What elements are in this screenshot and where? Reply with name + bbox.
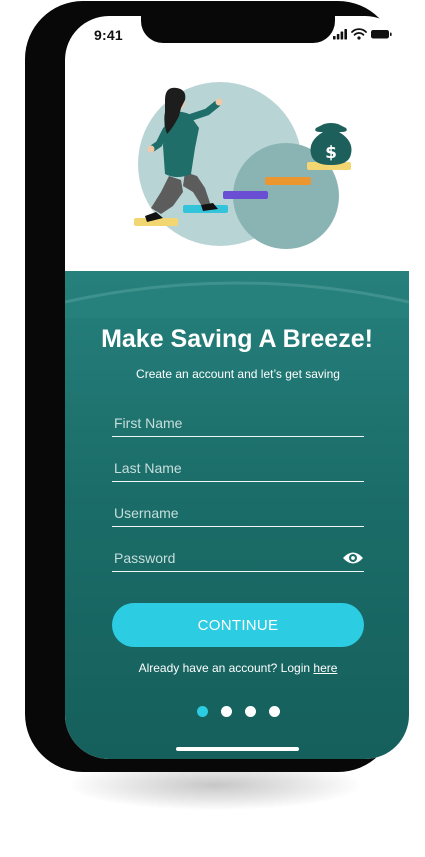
first-name-input[interactable] bbox=[114, 412, 334, 434]
panel-wave bbox=[65, 281, 409, 318]
status-time: 9:41 bbox=[94, 27, 123, 43]
login-prompt: Already have an account? Login here bbox=[65, 661, 409, 675]
step-orange bbox=[265, 177, 311, 185]
username-input[interactable] bbox=[114, 502, 334, 524]
step-purple bbox=[223, 191, 268, 199]
notch bbox=[141, 16, 335, 43]
page-dot[interactable] bbox=[245, 706, 256, 717]
login-link[interactable]: here bbox=[313, 661, 337, 675]
page-dot[interactable] bbox=[269, 706, 280, 717]
login-prompt-text: Already have an account? Login bbox=[138, 661, 311, 675]
page-dot[interactable] bbox=[197, 706, 208, 717]
last-name-field bbox=[112, 457, 364, 482]
password-field bbox=[112, 547, 364, 572]
page-title: Make Saving A Breeze! bbox=[101, 325, 373, 353]
svg-text:$: $ bbox=[325, 143, 337, 163]
phone-screen: 9:41 $ Make Saving A Breeze! Create an a… bbox=[65, 16, 409, 759]
page-indicator bbox=[197, 706, 280, 718]
username-field bbox=[112, 502, 364, 527]
status-icons bbox=[333, 28, 392, 40]
page-subtitle: Create an account and let’s get saving bbox=[136, 367, 340, 381]
first-name-field bbox=[112, 412, 364, 437]
wifi-icon bbox=[351, 28, 367, 40]
last-name-input[interactable] bbox=[114, 457, 334, 479]
password-input[interactable] bbox=[114, 547, 334, 569]
home-indicator[interactable] bbox=[176, 747, 299, 751]
eye-icon[interactable] bbox=[342, 550, 364, 566]
page-dot[interactable] bbox=[221, 706, 232, 717]
continue-button[interactable]: CONTINUE bbox=[112, 603, 364, 647]
money-bag-icon: $ bbox=[310, 123, 352, 165]
signal-icon bbox=[333, 29, 347, 40]
phone-frame: 9:41 $ Make Saving A Breeze! Create an a… bbox=[25, 1, 409, 772]
battery-icon bbox=[371, 30, 392, 39]
